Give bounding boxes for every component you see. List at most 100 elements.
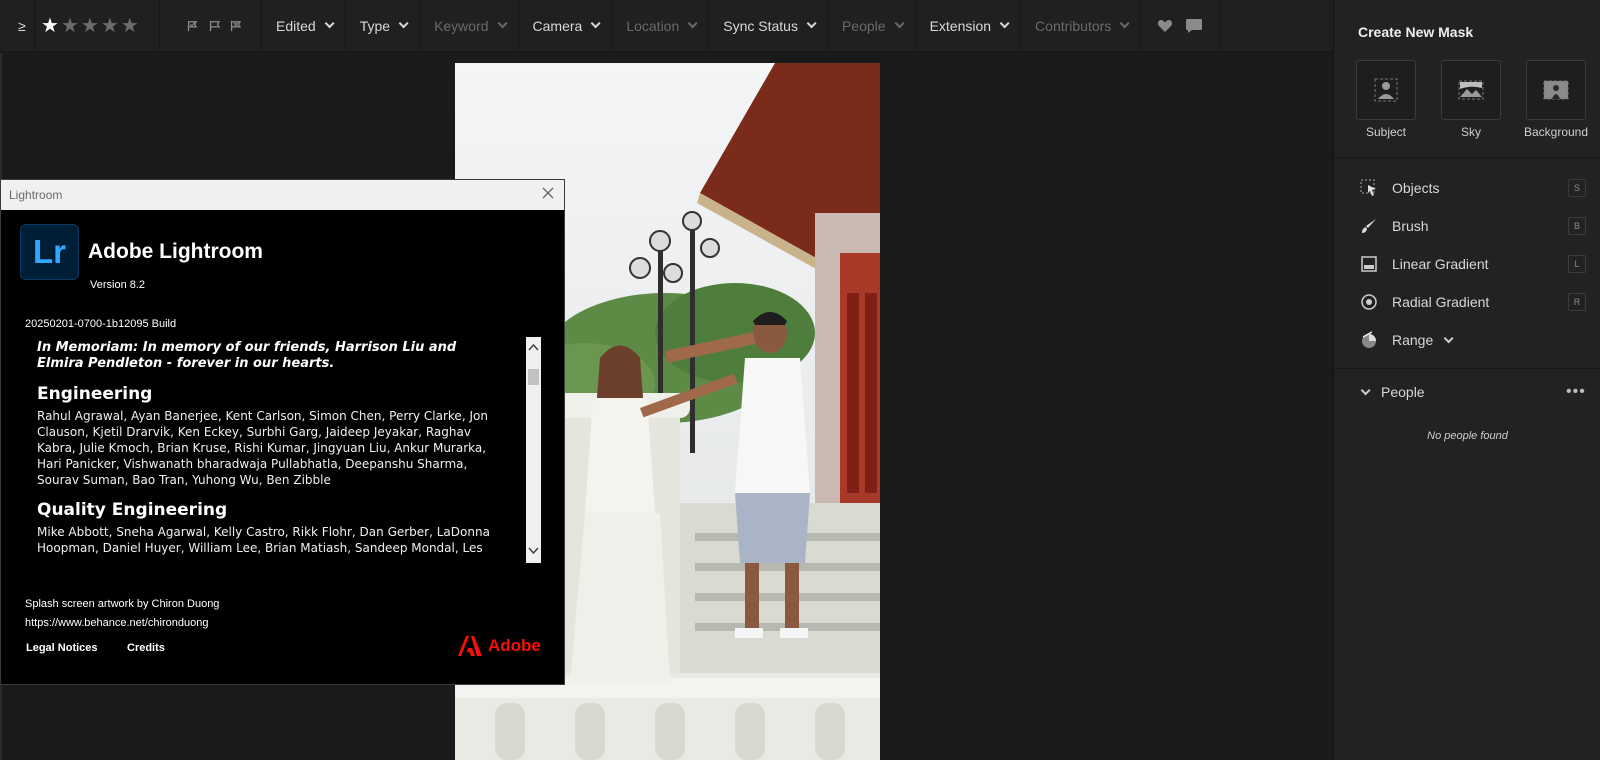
mask-panel-title: Create New Mask bbox=[1358, 24, 1474, 40]
tool-range-label: Range bbox=[1392, 332, 1434, 348]
sky-icon bbox=[1458, 80, 1484, 100]
chevron-down-icon bbox=[894, 18, 905, 29]
splash-url[interactable]: https://www.behance.net/chironduong bbox=[25, 617, 208, 629]
mask-sky-label: Sky bbox=[1460, 125, 1481, 139]
dropdown-extension[interactable]: Extension bbox=[916, 0, 1022, 52]
objects-icon bbox=[1360, 179, 1376, 196]
dropdown-camera-label: Camera bbox=[532, 17, 583, 34]
chevron-down-icon bbox=[806, 18, 817, 29]
star-rating-filter[interactable]: ★ ★ ★ ★ ★ bbox=[35, 0, 160, 52]
more-options-icon[interactable]: ••• bbox=[1566, 383, 1586, 401]
tool-linear-gradient[interactable]: Linear Gradient L bbox=[1360, 254, 1594, 274]
credits-scroll-area[interactable]: In Memoriam: In memory of our friends, H… bbox=[23, 336, 543, 562]
comment-icon[interactable] bbox=[1185, 18, 1203, 34]
credits-heading-engineering: Engineering bbox=[37, 384, 153, 404]
chevron-down-icon bbox=[398, 18, 409, 29]
credits-names-engineering: Rahul Agrawal, Ayan Banerjee, Kent Carls… bbox=[37, 409, 488, 487]
dropdown-keyword[interactable]: Keyword bbox=[420, 0, 519, 52]
dropdown-contributors-label: Contributors bbox=[1035, 17, 1112, 34]
star-3-icon[interactable]: ★ bbox=[81, 13, 99, 38]
range-icon bbox=[1362, 331, 1376, 348]
chevron-down-icon bbox=[1119, 18, 1130, 29]
chevron-down-icon bbox=[1360, 384, 1371, 395]
star-5-icon[interactable]: ★ bbox=[121, 13, 139, 38]
dropdown-people[interactable]: People bbox=[828, 0, 916, 52]
tool-radial-gradient[interactable]: Radial Gradient R bbox=[1360, 292, 1594, 312]
rating-operator[interactable]: ≥ bbox=[0, 0, 35, 52]
dialog-window-title: Lightroom bbox=[9, 188, 63, 202]
memoriam-text: In Memoriam: In memory of our friends, H… bbox=[37, 340, 457, 371]
shortcut-badge: L bbox=[1568, 255, 1586, 273]
chevron-down-icon bbox=[999, 18, 1010, 29]
credits-link[interactable]: Credits bbox=[127, 642, 165, 654]
adobe-wordmark: Adobe bbox=[488, 636, 541, 655]
dropdown-sync-status[interactable]: Sync Status bbox=[709, 0, 828, 52]
chevron-down-icon bbox=[590, 18, 601, 29]
people-empty-text: No people found bbox=[1427, 430, 1508, 442]
rating-operator-label: ≥ bbox=[18, 17, 26, 34]
adobe-mark-icon bbox=[458, 636, 482, 656]
chevron-down-icon bbox=[324, 18, 335, 29]
flag-rejected-icon[interactable] bbox=[229, 18, 243, 34]
tool-radial-gradient-label: Radial Gradient bbox=[1392, 294, 1490, 310]
star-4-icon[interactable]: ★ bbox=[101, 13, 119, 38]
mask-sky-button[interactable] bbox=[1441, 60, 1501, 120]
shortcut-badge: B bbox=[1568, 217, 1586, 235]
dropdown-contributors[interactable]: Contributors bbox=[1021, 0, 1142, 52]
dialog-titlebar: Lightroom bbox=[1, 180, 564, 210]
brush-icon bbox=[1362, 219, 1376, 233]
divider bbox=[1334, 157, 1600, 158]
dropdown-camera[interactable]: Camera bbox=[519, 0, 613, 52]
tool-brush[interactable]: Brush B bbox=[1360, 216, 1594, 236]
subject-icon bbox=[1374, 78, 1398, 102]
adobe-logo: Adobe bbox=[458, 636, 541, 656]
flag-unflagged-icon[interactable] bbox=[208, 18, 222, 34]
scroll-thumb[interactable] bbox=[528, 369, 539, 385]
splash-credit: Splash screen artwork by Chiron Duong bbox=[25, 598, 220, 610]
dropdown-location-label: Location bbox=[626, 17, 680, 34]
mask-background-label: Background bbox=[1523, 125, 1589, 139]
shortcut-badge: R bbox=[1568, 293, 1586, 311]
tool-brush-label: Brush bbox=[1392, 218, 1429, 234]
shortcut-badge: S bbox=[1568, 179, 1586, 197]
app-name: Adobe Lightroom bbox=[88, 240, 263, 263]
about-dialog: Lightroom Lr Adobe Lightroom Version 8.2… bbox=[0, 179, 565, 685]
people-section-header[interactable]: People bbox=[1360, 384, 1425, 400]
linear-gradient-icon bbox=[1361, 256, 1377, 272]
app-build: 20250201-0700-1b12095 Build bbox=[25, 318, 177, 330]
credits-names-quality-engineering: Mike Abbott, Sneha Agarwal, Kelly Castro… bbox=[37, 525, 490, 555]
tool-objects[interactable]: Objects S bbox=[1360, 178, 1594, 198]
scroll-down-icon[interactable] bbox=[526, 543, 541, 557]
chevron-down-icon bbox=[1443, 332, 1454, 343]
credits-content: In Memoriam: In memory of our friends, H… bbox=[37, 340, 492, 562]
tool-objects-label: Objects bbox=[1392, 180, 1440, 196]
mask-subject-button[interactable] bbox=[1356, 60, 1416, 120]
legal-notices-link[interactable]: Legal Notices bbox=[26, 642, 98, 654]
heart-icon[interactable] bbox=[1157, 19, 1173, 33]
star-1-icon[interactable]: ★ bbox=[41, 13, 59, 38]
scroll-up-icon[interactable] bbox=[526, 341, 541, 355]
star-2-icon[interactable]: ★ bbox=[61, 13, 79, 38]
dropdown-edited-label: Edited bbox=[276, 17, 316, 34]
tool-linear-gradient-label: Linear Gradient bbox=[1392, 256, 1489, 272]
mask-background-button[interactable] bbox=[1526, 60, 1586, 120]
dropdown-extension-label: Extension bbox=[929, 17, 992, 34]
radial-gradient-icon bbox=[1361, 294, 1377, 310]
dropdown-type-label: Type bbox=[359, 17, 391, 34]
close-icon[interactable] bbox=[540, 185, 556, 201]
app-version: Version 8.2 bbox=[90, 279, 146, 291]
credits-heading-quality-engineering: Quality Engineering bbox=[37, 500, 228, 520]
lightroom-logo: Lr bbox=[20, 224, 79, 280]
dropdown-type[interactable]: Type bbox=[346, 0, 421, 52]
chevron-down-icon bbox=[497, 18, 508, 29]
dropdown-edited[interactable]: Edited bbox=[262, 0, 346, 52]
dropdown-sync-status-label: Sync Status bbox=[723, 17, 798, 34]
dropdown-people-label: People bbox=[841, 17, 886, 34]
credits-scrollbar[interactable] bbox=[526, 337, 541, 563]
people-section-title: People bbox=[1381, 384, 1425, 400]
tool-range[interactable]: Range bbox=[1360, 330, 1454, 350]
flag-picked-icon[interactable] bbox=[186, 18, 200, 34]
dropdown-location[interactable]: Location bbox=[612, 0, 710, 52]
background-icon bbox=[1543, 80, 1569, 100]
dropdown-keyword-label: Keyword bbox=[434, 17, 489, 34]
